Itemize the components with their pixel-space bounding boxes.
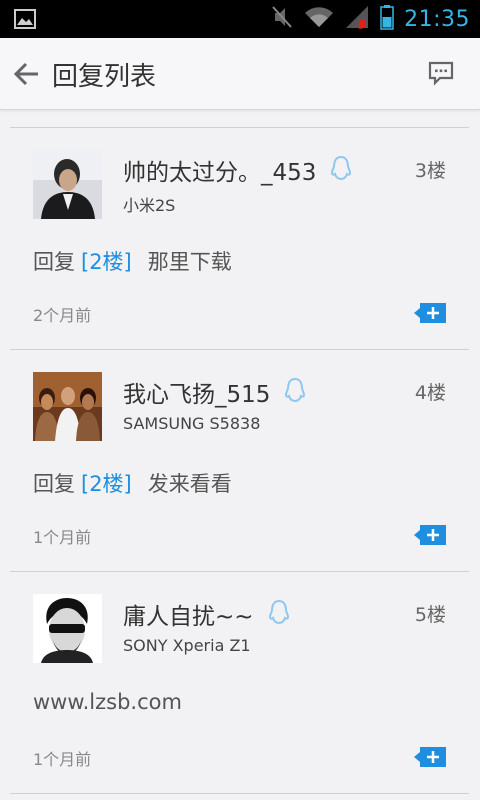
battery-icon	[380, 4, 394, 34]
image-icon	[14, 9, 36, 33]
qq-icon	[328, 155, 354, 185]
page-title: 回复列表	[52, 62, 157, 92]
list-divider	[10, 793, 469, 794]
timestamp: 1个月前	[33, 750, 92, 769]
device-label: SONY Xperia Z1	[123, 636, 251, 655]
reply-prefix: 回复	[33, 472, 75, 496]
avatar[interactable]	[33, 372, 102, 441]
username[interactable]: 帅的太过分。_453	[123, 153, 316, 187]
add-reply-button[interactable]	[414, 302, 446, 324]
username[interactable]: 庸人自扰~~	[123, 597, 254, 631]
plus-icon	[414, 303, 446, 323]
qq-icon	[266, 599, 292, 629]
message-button[interactable]	[426, 58, 456, 88]
plus-icon	[414, 525, 446, 545]
reply-item[interactable]: 帅的太过分。_453 小米2S 3楼 回复 [2楼] 那里下载 2个月前	[0, 128, 480, 350]
reply-item[interactable]: 庸人自扰~~ SONY Xperia Z1 5楼 www.lzsb.com 1个…	[0, 572, 480, 794]
plus-icon	[414, 747, 446, 767]
floor-number: 3楼	[414, 160, 446, 182]
floor-number: 4楼	[414, 382, 446, 404]
reply-content: 回复 [2楼] 发来看看	[33, 468, 232, 498]
reply-text: www.lzsb.com	[33, 690, 182, 714]
reply-text: 那里下载	[147, 250, 232, 274]
avatar[interactable]	[33, 150, 102, 219]
floor-reference-link[interactable]: [2楼]	[81, 472, 132, 496]
reply-content: 回复 [2楼] 那里下载	[33, 246, 232, 276]
app-bar: 回复列表	[0, 38, 480, 110]
device-label: SAMSUNG S5838	[123, 414, 261, 433]
reply-item[interactable]: 我心飞扬_515 SAMSUNG S5838 4楼 回复 [2楼] 发来看看 1个月…	[0, 350, 480, 572]
device-label: 小米2S	[123, 196, 176, 215]
mute-icon	[270, 4, 294, 34]
avatar[interactable]	[33, 594, 102, 663]
message-bubble-icon	[428, 61, 454, 86]
floor-number: 5楼	[414, 604, 446, 626]
status-bar: 8 21:35	[0, 0, 480, 38]
back-button[interactable]	[8, 56, 44, 92]
arrow-left-icon	[13, 62, 38, 86]
add-reply-button[interactable]	[414, 746, 446, 768]
svg-text:8: 8	[358, 21, 364, 30]
username[interactable]: 我心飞扬_515	[123, 375, 270, 409]
wifi-icon	[304, 5, 334, 33]
qq-icon	[282, 377, 308, 407]
reply-content: www.lzsb.com	[33, 690, 182, 714]
floor-reference-link[interactable]: [2楼]	[81, 250, 132, 274]
status-time: 21:35	[404, 6, 470, 32]
signal-icon: 8	[344, 4, 370, 34]
add-reply-button[interactable]	[414, 524, 446, 546]
reply-prefix: 回复	[33, 250, 75, 274]
reply-text: 发来看看	[147, 472, 232, 496]
timestamp: 1个月前	[33, 528, 92, 547]
timestamp: 2个月前	[33, 306, 92, 325]
